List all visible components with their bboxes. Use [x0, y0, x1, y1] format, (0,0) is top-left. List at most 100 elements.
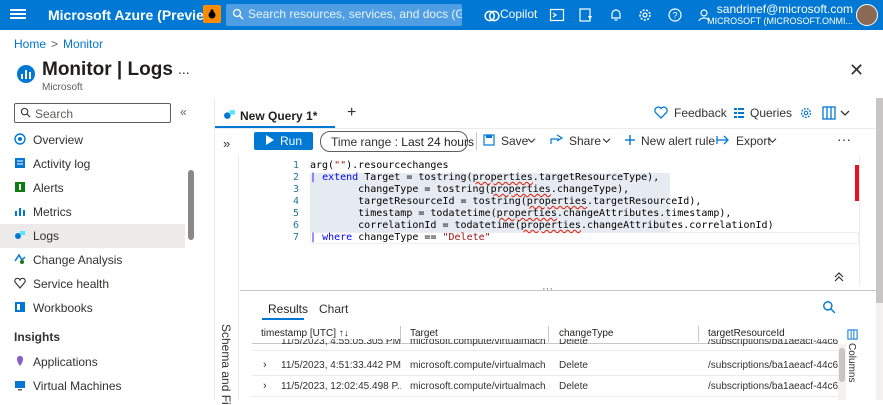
search-icon[interactable] [822, 300, 836, 314]
chevron-down-icon[interactable] [768, 137, 777, 144]
time-range-picker[interactable]: Time range : Last 24 hours [320, 131, 474, 152]
error-marker [855, 165, 859, 201]
line-number: 6 [292, 220, 299, 231]
sidebar-item-label: Applications [33, 355, 98, 369]
page-scrollbar[interactable] [876, 98, 883, 400]
line-number: 1 [292, 160, 299, 171]
columns-icon [847, 329, 858, 340]
global-search-input[interactable]: Search resources, services, and docs (G+… [226, 4, 462, 26]
column-header-label: timestamp [UTC] [261, 328, 337, 339]
overview-icon [14, 133, 26, 145]
directory-filter-icon[interactable] [578, 7, 594, 23]
active-tab-indicator [262, 318, 304, 320]
breadcrumb-home[interactable]: Home [14, 37, 46, 51]
chevron-down-icon[interactable] [527, 137, 536, 144]
column-header-targetresourceid[interactable]: targetResourceId [708, 328, 785, 339]
code-line[interactable]: arg("").resourcechanges [310, 160, 449, 171]
code-line[interactable]: changeType = tostring(properties.changeT… [310, 184, 629, 195]
sidebar-item-metrics[interactable]: Metrics [0, 200, 185, 224]
column-header-changetype[interactable]: changeType [559, 328, 614, 339]
chevron-double-up-icon[interactable] [834, 272, 844, 282]
expand-schema-button[interactable]: » [223, 136, 230, 151]
add-tab-button[interactable]: + [347, 104, 356, 122]
scrollbar-thumb[interactable] [839, 348, 845, 382]
cell-targetresourceid: /subscriptions/ba1aeacf-44c6-4 [708, 360, 838, 371]
cell-timestamp: 11/5/2023, 4:55:05.305 PM [281, 339, 401, 347]
save-button[interactable]: Save [501, 134, 528, 148]
toolbar-more-button[interactable]: ··· [837, 131, 851, 147]
account-info[interactable]: sandrinef@microsoft.com MICROSOFT (MICRO… [707, 3, 853, 27]
sidebar-item-overview[interactable]: Overview [0, 128, 185, 152]
top-bar: Microsoft Azure (Preview) Search resourc… [0, 0, 883, 30]
splitter[interactable] [240, 290, 883, 291]
code-line[interactable]: | where changeType == "Delete" [310, 232, 491, 243]
new-alert-rule-button[interactable]: New alert rule [641, 134, 715, 148]
sidebar-item-virtual-machines[interactable]: Virtual Machines [0, 374, 185, 398]
sidebar-item-applications[interactable]: Applications [0, 350, 185, 374]
column-header-timestamp[interactable]: timestamp [UTC] ↑↓ [261, 328, 349, 339]
notifications-icon[interactable] [608, 7, 624, 23]
sort-icon[interactable]: ↑↓ [339, 328, 349, 339]
cell-changetype: Delete [559, 339, 588, 347]
code-line[interactable]: timestamp = todatetime(properties.change… [310, 208, 731, 219]
cell-target: microsoft.compute/virtualmach... [410, 339, 545, 347]
more-options-button[interactable]: ... [178, 61, 190, 77]
bug-icon[interactable] [203, 5, 221, 23]
sidebar-item-alerts[interactable]: Alerts [0, 176, 185, 200]
settings-icon[interactable] [799, 106, 813, 120]
tab-results[interactable]: Results [268, 302, 308, 316]
chevron-down-icon[interactable] [840, 109, 850, 117]
share-button[interactable]: Share [569, 134, 601, 148]
layout-icon[interactable] [822, 106, 836, 120]
sidebar-item-workbooks[interactable]: Workbooks [0, 296, 185, 320]
code-line[interactable]: correlationId = todatetime(properties.ch… [310, 220, 773, 231]
monitor-icon [17, 65, 35, 83]
splitter-handle[interactable]: ··· [542, 283, 553, 295]
code-line[interactable]: | extend Target = tostring(properties.ta… [310, 172, 659, 183]
cell-timestamp: 11/5/2023, 12:02:45.498 P... [281, 381, 401, 392]
save-icon [483, 134, 495, 146]
run-button[interactable]: Run [254, 132, 313, 150]
table-row[interactable]: 11/5/2023, 4:55:05.305 PM microsoft.comp… [252, 339, 838, 351]
collapse-sidebar-button[interactable]: « [180, 105, 187, 119]
sidebar-item-label: Alerts [33, 181, 64, 195]
sidebar-item-service-health[interactable]: Service health [0, 272, 185, 296]
table-row[interactable]: 11/5/2023, 4:51:33.442 PM microsoft.comp… [252, 355, 838, 376]
plus-icon [625, 135, 635, 145]
results-scrollbar[interactable] [838, 344, 846, 400]
copilot-button[interactable]: Copilot [500, 7, 537, 21]
table-row[interactable]: 11/5/2023, 12:02:45.498 P... microsoft.c… [252, 376, 838, 397]
tab-chart[interactable]: Chart [319, 302, 348, 316]
avatar[interactable] [856, 4, 878, 26]
chevron-down-icon[interactable] [602, 137, 611, 144]
tab-label: New Query 1* [240, 109, 318, 123]
line-number: 5 [292, 208, 299, 219]
cloud-shell-icon[interactable] [549, 7, 565, 23]
export-label: Export [736, 134, 771, 148]
sidebar-scrollbar[interactable] [188, 170, 194, 240]
logs-icon [15, 231, 25, 239]
menu-icon[interactable] [10, 7, 26, 23]
help-icon[interactable]: ? [667, 7, 683, 23]
sidebar-item-logs[interactable]: Logs [0, 224, 185, 248]
editor-scrollbar[interactable] [859, 156, 860, 286]
queries-button[interactable]: Queries [750, 106, 792, 120]
feedback-button[interactable]: Feedback [674, 106, 727, 120]
columns-pane-toggle[interactable]: Columns [846, 343, 857, 382]
settings-icon[interactable] [637, 7, 653, 23]
sidebar-item-label: Service health [33, 277, 110, 291]
sidebar-item-activity-log[interactable]: Activity log [0, 152, 185, 176]
sidebar-search-input[interactable]: Search [14, 103, 171, 123]
schema-pane-label[interactable]: Schema and Fi [219, 324, 233, 405]
close-button[interactable]: ✕ [849, 60, 864, 81]
sidebar-item-label: Logs [33, 229, 60, 243]
tab-new-query-1[interactable]: New Query 1* [215, 102, 335, 128]
code-line[interactable]: targetResourceId = tostring(properties.t… [310, 196, 701, 207]
portal-brand[interactable]: Microsoft Azure (Preview) [48, 7, 219, 23]
export-button[interactable]: Export [736, 134, 771, 148]
sidebar-item-change-analysis[interactable]: Change Analysis [0, 248, 185, 272]
scrollbar-thumb[interactable] [876, 98, 883, 303]
user-org: MICROSOFT (MICROSOFT.ONMI... [707, 16, 853, 26]
column-header-target[interactable]: Target [410, 328, 438, 339]
breadcrumb-monitor[interactable]: Monitor [63, 37, 103, 51]
